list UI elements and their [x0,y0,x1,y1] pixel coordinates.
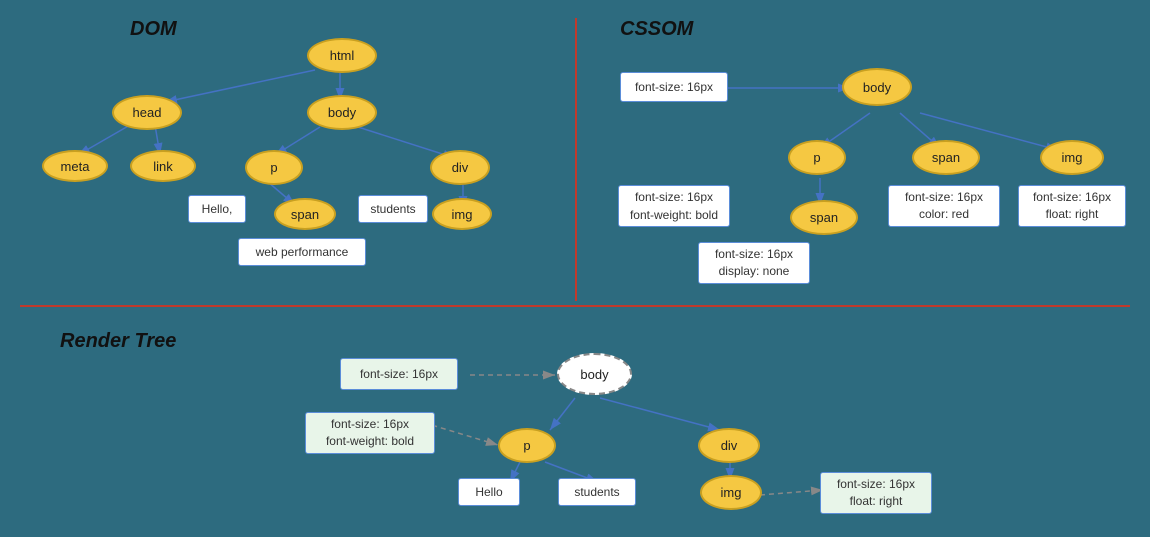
dom-web-performance-box: web performance [238,238,366,266]
dom-hello-box: Hello, [188,195,246,223]
rt-img-node: img [700,475,762,510]
cssom-img-box: font-size: 16pxfloat: right [1018,185,1126,227]
diagram-container: DOM CSSOM Render Tree [0,0,1150,537]
dom-title: DOM [130,18,177,41]
cssom-span-inner-box: font-size: 16pxdisplay: none [698,242,810,284]
rt-fontsize-body-box: font-size: 16px [340,358,458,390]
cssom-title: CSSOM [620,18,693,41]
rt-p-node: p [498,428,556,463]
dom-meta-node: meta [42,150,108,182]
cssom-span-inner-node: span [790,200,858,235]
dom-students-box: students [358,195,428,223]
cssom-p-box: font-size: 16pxfont-weight: bold [618,185,730,227]
render-tree-title: Render Tree [60,330,176,353]
rt-students-box: students [558,478,636,506]
cssom-img-node: img [1040,140,1104,175]
dom-p-node: p [245,150,303,185]
rt-div-node: div [698,428,760,463]
dom-head-node: head [112,95,182,130]
rt-fontsize-p-box: font-size: 16pxfont-weight: bold [305,412,435,454]
cssom-p-node: p [788,140,846,175]
rt-hello-box: Hello [458,478,520,506]
rt-fontsize-img-box: font-size: 16pxfloat: right [820,472,932,514]
dom-span-node: span [274,198,336,230]
dom-img-node: img [432,198,492,230]
cssom-span-node: span [912,140,980,175]
vertical-divider [575,18,577,301]
cssom-body-node: body [842,68,912,106]
rt-body-node: body [557,353,632,395]
cssom-span-box: font-size: 16pxcolor: red [888,185,1000,227]
dom-html-node: html [307,38,377,73]
horizontal-divider [20,305,1130,307]
dom-link-node: link [130,150,196,182]
dom-body-node: body [307,95,377,130]
cssom-fontsize-body-box: font-size: 16px [620,72,728,102]
dom-div-node: div [430,150,490,185]
